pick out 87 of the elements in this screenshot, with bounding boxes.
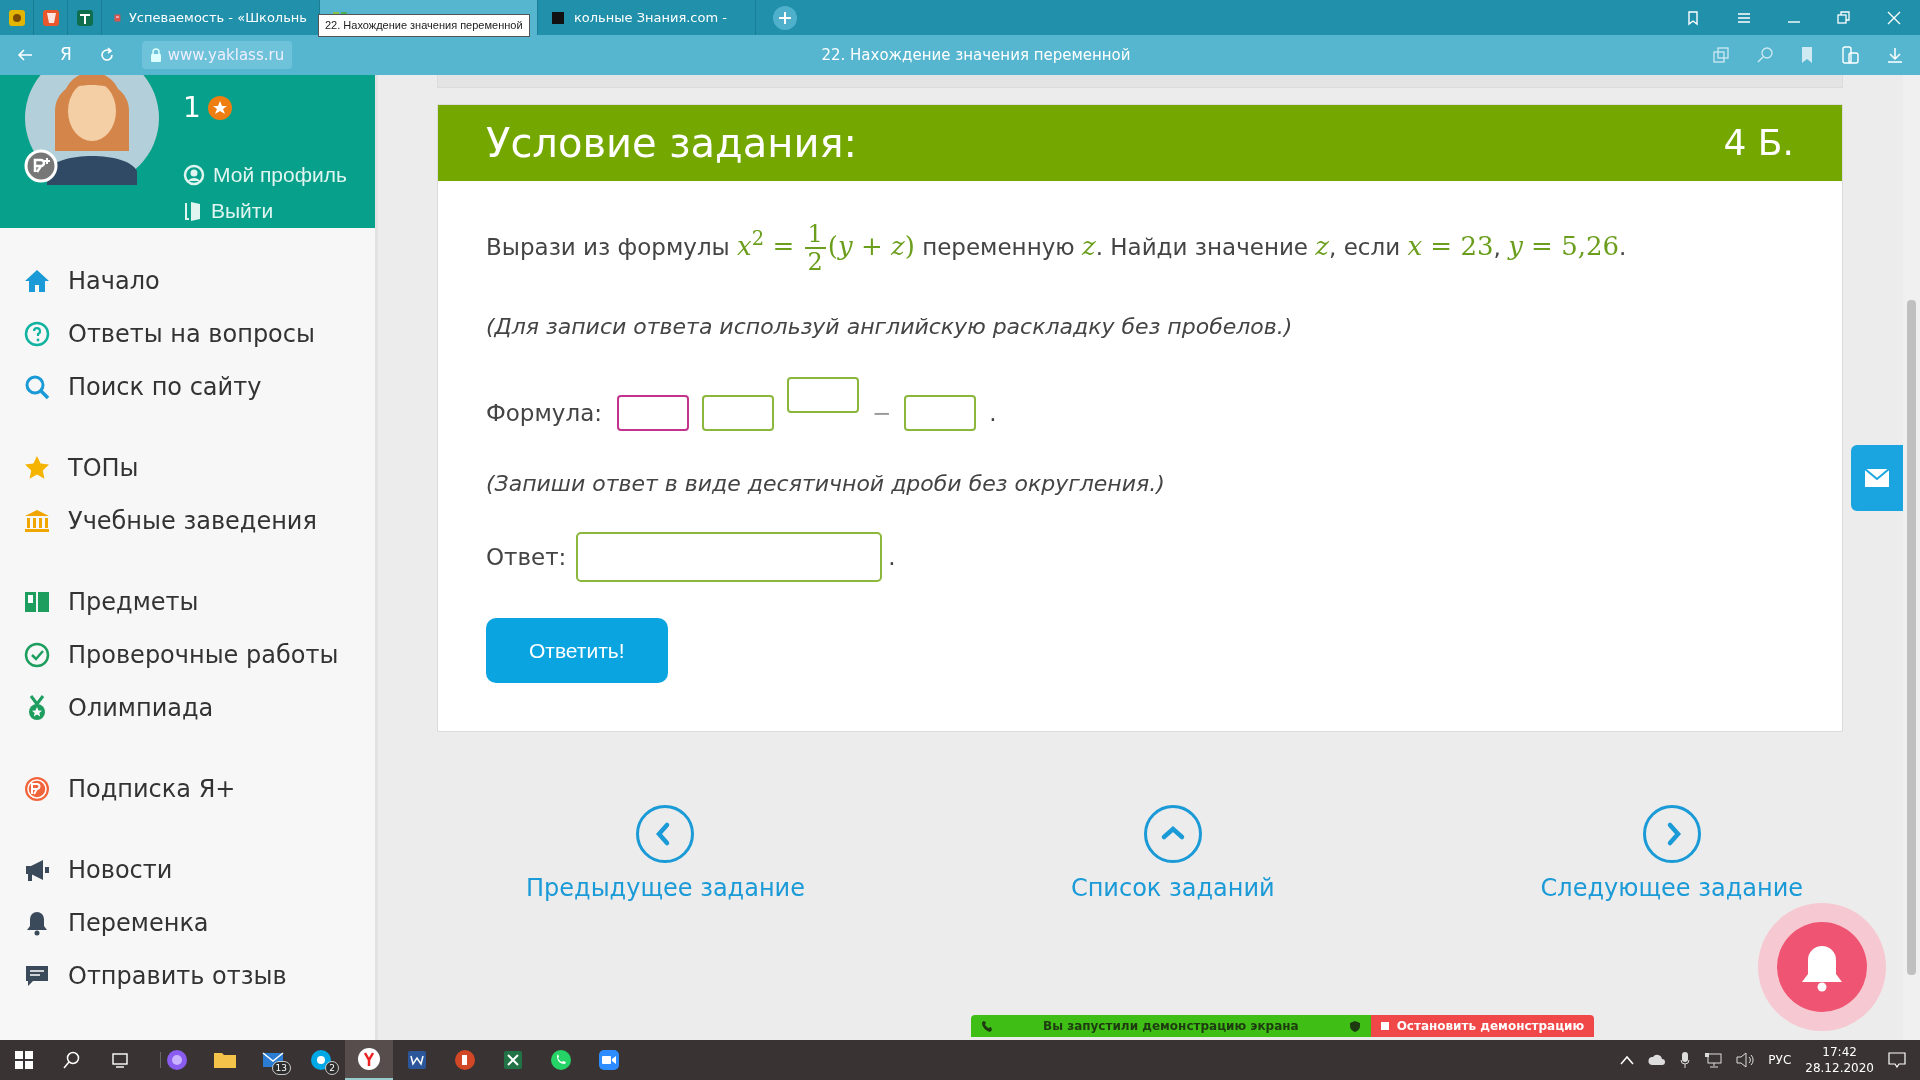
network-icon[interactable] — [1704, 1052, 1723, 1068]
page-title: 22. Нахождение значения переменной — [821, 44, 1131, 66]
star-icon — [24, 454, 50, 481]
sidebar-item[interactable]: Предметы — [0, 575, 375, 628]
left-chevron-icon — [635, 804, 696, 865]
microphone-icon[interactable] — [1680, 1052, 1691, 1068]
sign-text: . — [989, 398, 997, 428]
sidebar-item[interactable]: Ответы на вопросы — [0, 307, 375, 360]
input-field[interactable] — [702, 394, 774, 431]
taskbar-app[interactable]: 13 — [249, 1040, 297, 1080]
demo-banner: Вы запустили демонстрацию экрана — [971, 1015, 1371, 1037]
sidebar-item[interactable]: Проверочные работы — [0, 628, 375, 681]
bank-icon — [24, 507, 50, 534]
shield-icon[interactable] — [7, 8, 26, 27]
slides-icon — [453, 1048, 477, 1072]
tree-icon[interactable] — [75, 8, 94, 27]
taskbar-app[interactable]: 2 — [297, 1040, 345, 1080]
hint-text: (Для записи ответа используй английскую раскладку без пробелов.) — [486, 312, 1294, 341]
stop-demo-button[interactable]: Остановить демонстрацию — [1370, 1015, 1595, 1037]
question-icon — [24, 320, 50, 347]
count-badge: 13 — [271, 1061, 291, 1075]
close-icon[interactable] — [1886, 9, 1902, 26]
speaker-icon[interactable] — [1736, 1052, 1755, 1068]
tooltip: 22. Нахождение значения переменной — [318, 14, 530, 37]
right-chevron-icon — [1641, 804, 1702, 865]
plus-badge-icon — [24, 149, 58, 183]
assistant-icon — [165, 1048, 189, 1072]
phone-icon — [981, 1020, 993, 1032]
sidebar-item[interactable]: Олимпиада — [0, 681, 375, 734]
windows-icon — [15, 1051, 33, 1069]
input-field[interactable] — [787, 376, 859, 413]
answer-suffix: . — [888, 542, 896, 572]
formula-label: Формула: — [486, 398, 602, 428]
language-indicator[interactable]: РУС — [1768, 1051, 1792, 1069]
answer-field[interactable] — [576, 531, 883, 582]
envelope-icon — [1864, 468, 1890, 488]
clock-date: 28.12.2020 — [1805, 1060, 1874, 1076]
restore-icon[interactable] — [1836, 9, 1852, 26]
browser-icon — [357, 1047, 381, 1071]
lock-icon — [149, 48, 162, 62]
input-field[interactable] — [904, 394, 977, 431]
video-icon — [597, 1048, 621, 1072]
new-tab-icon[interactable] — [772, 4, 798, 31]
word-icon — [405, 1048, 429, 1072]
sidebar-item[interactable]: Отправить отзыв — [0, 949, 375, 1002]
up-chevron-icon — [1142, 804, 1203, 865]
task-view-icon — [111, 1051, 129, 1069]
sidebar-item[interactable]: ТОПы — [0, 441, 375, 494]
search-icon — [63, 1051, 81, 1069]
sidebar-item[interactable]: Начало — [0, 254, 375, 307]
search-icon — [24, 373, 50, 400]
mail-button[interactable] — [1851, 445, 1903, 511]
sign-text: − — [872, 398, 892, 428]
scrollbar-thumb[interactable] — [1907, 300, 1916, 975]
sidebar-item[interactable]: Учебные заведения — [0, 494, 375, 547]
cloud-icon[interactable] — [1648, 1054, 1667, 1066]
star-badge-icon — [206, 95, 233, 121]
collections-icon[interactable] — [1840, 45, 1860, 65]
plus-badge-icon — [24, 775, 50, 802]
answer-label: Ответ: — [486, 542, 567, 572]
chevron-up-icon[interactable] — [1620, 1055, 1635, 1065]
stop-icon — [1380, 1022, 1389, 1030]
user-circle-icon — [183, 163, 205, 186]
sidebar-item[interactable]: Новости — [0, 843, 375, 896]
scrollbar[interactable] — [1903, 75, 1920, 1040]
door-icon — [183, 199, 203, 222]
clock-time: 17:42 — [1821, 1044, 1858, 1060]
sidebar-item[interactable]: Подписка Я+ — [0, 762, 375, 815]
chat-bubble-icon — [309, 1048, 333, 1072]
shield-icon — [1348, 1020, 1361, 1032]
letter-tile-icon[interactable] — [41, 8, 60, 27]
home-icon — [24, 267, 50, 294]
check-circle-icon — [24, 641, 50, 668]
task-title: Условие задания: — [486, 119, 857, 168]
points-count: 1 — [183, 90, 201, 126]
bell-icon — [24, 909, 50, 936]
spreadsheet-icon — [501, 1048, 525, 1072]
input-field[interactable] — [617, 394, 689, 431]
score-label: 4 Б. — [1723, 121, 1794, 165]
download-icon[interactable] — [1886, 46, 1904, 64]
notification-icon[interactable] — [1888, 1052, 1906, 1068]
count-badge: 2 — [325, 1061, 339, 1075]
hint-text: (Запиши ответ в виде десятичной дроби без округления.) — [486, 469, 1166, 498]
sidebar-item[interactable]: Переменка — [0, 896, 375, 949]
taskbar-app[interactable] — [345, 1040, 393, 1080]
phone-chat-icon — [549, 1048, 573, 1072]
sidebar-item[interactable]: Поиск по сайту — [0, 360, 375, 413]
